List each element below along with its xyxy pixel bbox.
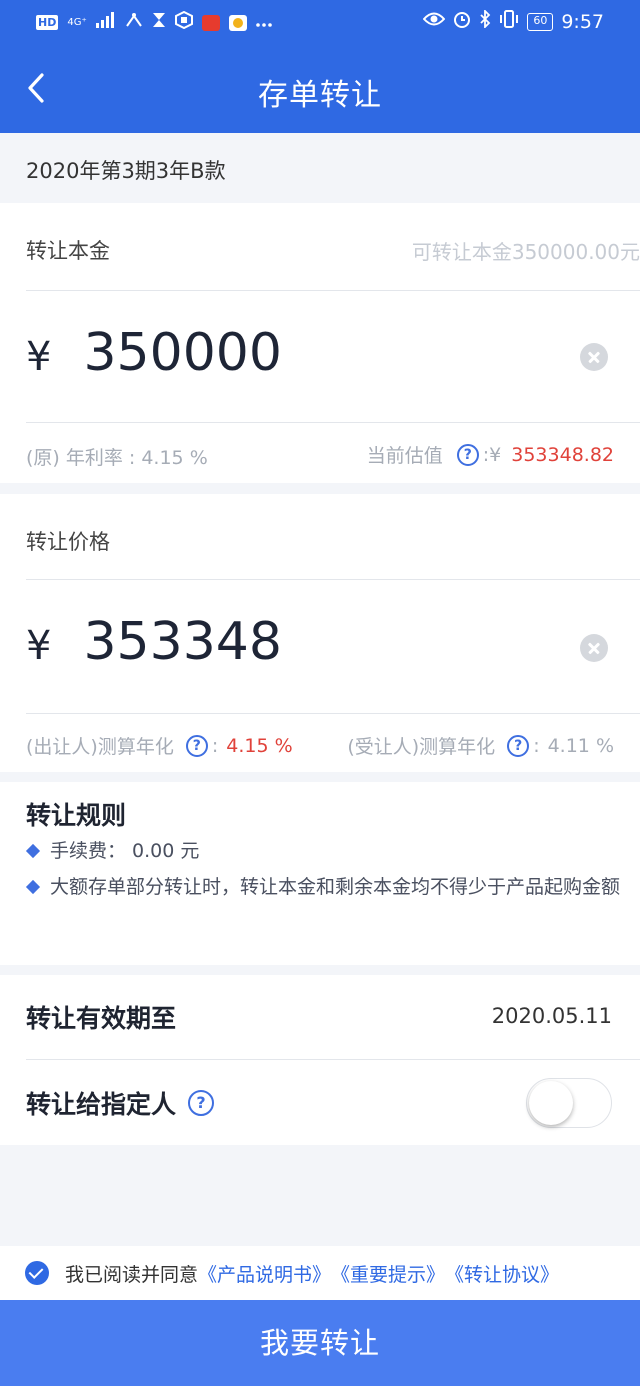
rule-text: 大额存单部分转让时，转让本金和剩余本金均不得少于产品起购金额	[50, 876, 621, 898]
toggle-knob	[529, 1081, 573, 1125]
help-icon[interactable]: ?	[507, 734, 530, 757]
designate-row: 转让给指定人 ?	[26, 1085, 218, 1121]
agreement-row: 我已阅读并同意 《产品说明书》 《重要提示》 《转让协议》	[0, 1246, 640, 1300]
buyer-annualized: (受让人)测算年化 ? : 4.11 %	[347, 732, 614, 759]
validity-label: 转让有效期至	[26, 1004, 177, 1033]
bluetooth-icon	[479, 8, 491, 33]
seller-annualized: (出让人)测算年化 ? : 4.15 %	[26, 732, 293, 759]
help-icon[interactable]: ?	[456, 443, 479, 466]
rule-item: 手续费： 0.00 元	[25, 834, 620, 868]
rule-text: 手续费： 0.00 元	[50, 840, 200, 862]
transfer-agreement-link[interactable]: 《转让协议》	[445, 1260, 559, 1287]
valuation-label: 当前估值	[366, 445, 443, 467]
hd-badge: HD	[36, 15, 59, 30]
valuation-value: 353348.82	[511, 443, 614, 466]
original-rate: (原) 年利率 : 4.15 %	[26, 447, 208, 469]
principal-amount-input[interactable]: ¥ 350000	[26, 323, 282, 383]
divider	[26, 290, 640, 291]
agree-checkbox[interactable]	[25, 1261, 49, 1285]
buyer-sep: :	[533, 734, 540, 757]
product-manual-link[interactable]: 《产品说明书》	[198, 1260, 331, 1287]
status-left: HD 4G⁺	[36, 10, 272, 34]
clear-price-button[interactable]	[580, 634, 608, 662]
divider	[26, 713, 640, 714]
buyer-annualized-value: 4.11 %	[547, 734, 614, 757]
signal-icon	[95, 12, 116, 33]
divider	[26, 1059, 640, 1060]
currency-symbol: ¥	[26, 334, 52, 380]
agreement-prefix: 我已阅读并同意	[65, 1263, 199, 1286]
bullet-icon	[25, 879, 41, 895]
yellow-app-icon	[228, 14, 247, 31]
important-notice-link[interactable]: 《重要提示》	[331, 1260, 445, 1287]
price-amount-value: 353348	[83, 612, 282, 672]
seller-annualized-label: (出让人)测算年化	[26, 736, 174, 758]
rules-title: 转让规则	[26, 801, 127, 830]
help-icon[interactable]: ?	[185, 734, 208, 757]
battery-indicator: 60	[527, 12, 554, 31]
product-name: 2020年第3期3年B款	[26, 159, 226, 183]
principal-label: 转让本金	[26, 239, 110, 263]
submit-transfer-button[interactable]: 我要转让	[0, 1300, 640, 1386]
page-title: 存单转让	[258, 78, 382, 113]
rules-card: 转让规则 手续费： 0.00 元 大额存单部分转让时，转让本金和剩余本金均不得少…	[0, 782, 640, 965]
divider	[26, 422, 640, 423]
rule-item: 大额存单部分转让时，转让本金和剩余本金均不得少于产品起购金额	[25, 870, 621, 904]
app-notification-icon	[125, 12, 143, 33]
designate-toggle[interactable]	[526, 1078, 612, 1128]
hourglass-icon	[152, 12, 166, 33]
validity-date[interactable]: 2020.05.11	[492, 1004, 612, 1028]
clock: 9:57	[561, 10, 604, 33]
valuation-currency: :¥	[482, 443, 502, 466]
eye-icon	[422, 11, 446, 32]
shield-app-icon	[174, 10, 193, 34]
price-amount-input[interactable]: ¥ 353348	[26, 612, 282, 672]
price-label: 转让价格	[26, 530, 110, 554]
vibrate-icon	[499, 10, 519, 33]
price-card: 转让价格 ¥ 353348 (出让人)测算年化 ? : 4.15 % (受让人)…	[0, 494, 640, 772]
status-bar: HD 4G⁺ 60 9:57	[0, 0, 640, 44]
designate-label: 转让给指定人	[26, 1090, 177, 1119]
seller-annualized-value: 4.15 %	[226, 734, 293, 757]
app-header: HD 4G⁺ 60 9:57 存单转让	[0, 0, 640, 133]
network-type: 4G⁺	[67, 17, 87, 28]
currency-symbol: ¥	[26, 623, 52, 669]
alarm-icon	[453, 10, 471, 33]
principal-available-hint: 可转让本金350000.00元	[411, 240, 640, 264]
seller-sep: :	[211, 734, 219, 757]
red-app-icon	[201, 14, 220, 31]
bullet-icon	[25, 843, 41, 859]
current-valuation: 当前估值 ? :¥ 353348.82	[367, 441, 614, 468]
status-right: 60 9:57	[422, 8, 604, 33]
more-notifications-icon	[255, 13, 272, 33]
help-icon[interactable]: ?	[188, 1090, 215, 1116]
buyer-annualized-label: (受让人)测算年化	[347, 736, 496, 758]
product-bar: 2020年第3期3年B款	[0, 133, 640, 203]
divider	[26, 579, 640, 580]
clear-principal-button[interactable]	[580, 343, 608, 371]
settings-card: 转让有效期至 2020.05.11 转让给指定人 ?	[0, 975, 640, 1145]
principal-amount-value: 350000	[83, 323, 282, 383]
principal-card: 转让本金 可转让本金350000.00元 ¥ 350000 (原) 年利率 : …	[0, 203, 640, 483]
